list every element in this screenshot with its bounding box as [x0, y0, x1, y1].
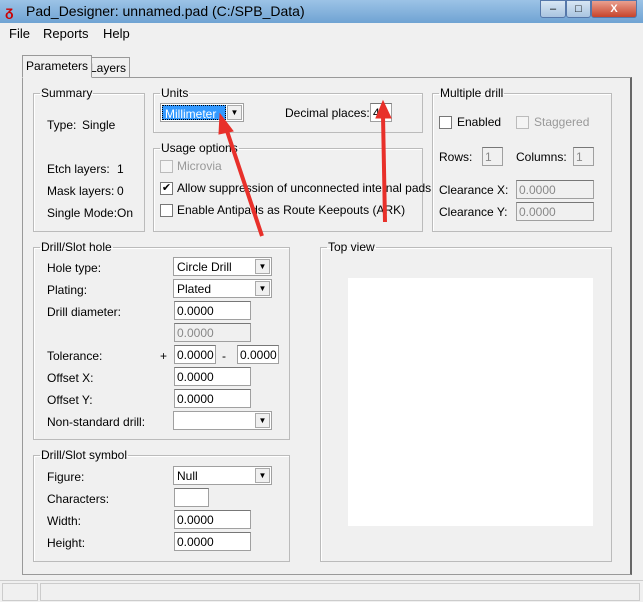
arrow-head-decimal: [375, 99, 392, 119]
status-pane-2: [40, 583, 640, 601]
tab-parameters[interactable]: Parameters: [22, 55, 93, 78]
arrow-to-decimal: [381, 114, 387, 223]
status-bar: [0, 580, 643, 602]
arrow-head-units: [218, 112, 234, 135]
arrow-to-units: [224, 127, 264, 237]
annotation-arrows: [218, 99, 392, 237]
status-pane-1: [2, 583, 38, 601]
